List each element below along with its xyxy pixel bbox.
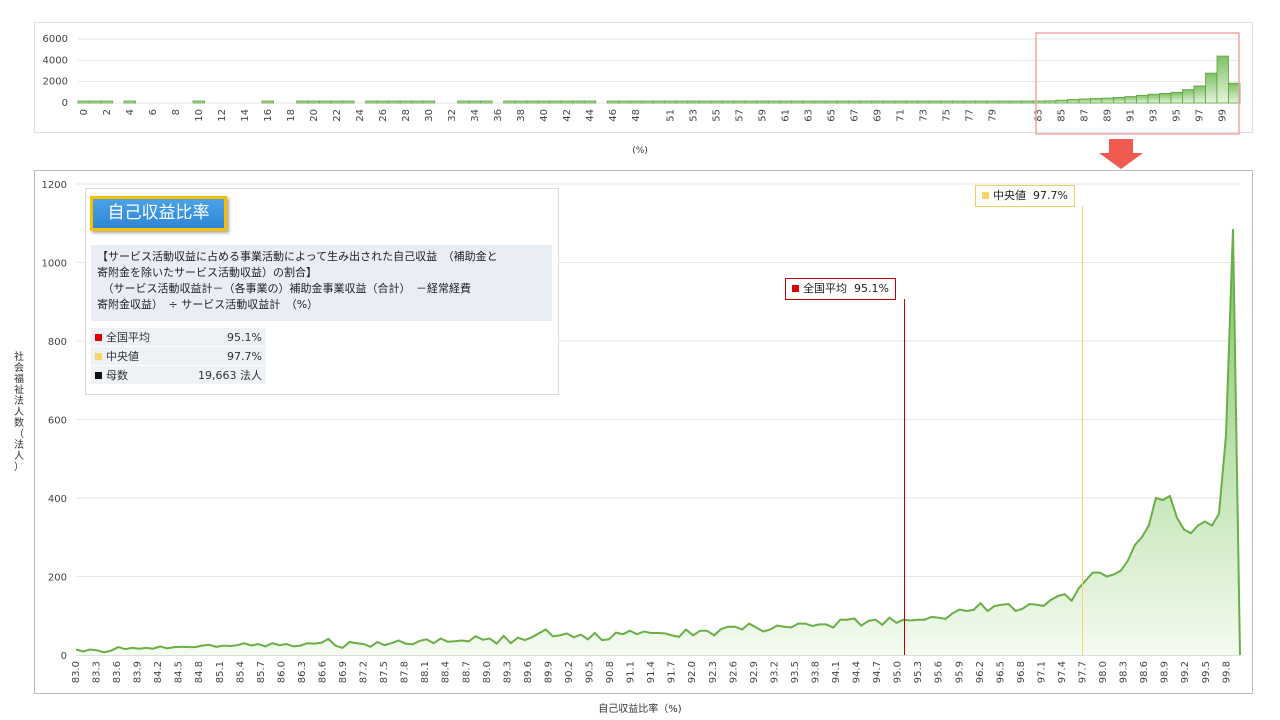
main-x-tick-label: 84.5	[174, 661, 185, 683]
main-x-tick-label: 94.7	[872, 661, 883, 683]
info-panel: 自己収益比率 【サービス活動収益に占める事業活動によって生み出された自己収益 （…	[85, 188, 559, 395]
info-desc-line: 寄附金を除いたサービス活動収益）の割合】	[97, 266, 317, 279]
stats-value: 95.1%	[165, 328, 266, 347]
main-x-tick-label: 99.2	[1180, 661, 1191, 683]
main-y-axis-title: 社会福祉法人数（法人）	[14, 352, 24, 473]
main-x-tick-label: 93.2	[769, 661, 780, 683]
main-x-tick-label: 89.0	[482, 661, 493, 683]
info-desc-line: （サービス活動収益計－（各事業の）補助金事業収益（合計） －経常経費	[97, 282, 471, 295]
main-y-tick-label: 0	[61, 651, 67, 662]
main-x-tick-label: 97.7	[1078, 661, 1089, 683]
main-x-tick-label: 90.5	[585, 661, 596, 683]
main-x-tick-label: 88.4	[441, 661, 452, 683]
main-x-tick-label: 84.2	[153, 661, 164, 683]
main-x-tick-label: 91.7	[667, 661, 678, 683]
info-description: 【サービス活動収益に占める事業活動によって生み出された自己収益 （補助金と 寄附…	[91, 245, 552, 321]
main-x-tick-label: 98.9	[1160, 661, 1171, 683]
mean-color-swatch	[792, 285, 799, 292]
main-y-tick-label: 1200	[42, 180, 67, 191]
main-x-tick-label: 89.6	[523, 661, 534, 683]
main-x-tick-label: 84.8	[194, 661, 205, 683]
main-x-tick-label: 95.9	[954, 661, 965, 683]
main-x-tick-label: 95.3	[913, 661, 924, 683]
main-y-tick-label: 600	[48, 416, 67, 427]
median-swatch	[95, 353, 102, 360]
main-x-tick-label: 92.0	[687, 661, 698, 683]
main-x-tick-label: 94.1	[831, 661, 842, 683]
main-x-tick-label: 96.8	[1016, 661, 1027, 683]
stats-row-mean: 全国平均 95.1%	[91, 328, 266, 347]
info-desc-line: 【サービス活動収益に占める事業活動によって生み出された自己収益 （補助金と	[97, 250, 498, 263]
count-swatch	[95, 372, 102, 379]
main-x-tick-label: 98.3	[1119, 661, 1130, 683]
main-y-tick-label: 200	[48, 573, 67, 584]
main-x-tick-label: 85.7	[256, 661, 267, 683]
main-x-tick-label: 86.3	[297, 661, 308, 683]
main-x-tick-label: 83.6	[112, 661, 123, 683]
main-x-tick-label: 87.5	[379, 661, 390, 683]
median-callout: 中央値 97.7%	[975, 185, 1075, 207]
main-x-tick-label: 88.7	[461, 661, 472, 683]
main-x-tick-label: 93.5	[790, 661, 801, 683]
main-x-axis-title: 自己収益比率（%)	[598, 704, 682, 715]
mean-callout: 全国平均 95.1%	[785, 278, 896, 300]
median-color-swatch	[982, 192, 989, 199]
main-x-tick-label: 91.1	[626, 661, 637, 683]
main-y-tick-label: 1000	[42, 259, 67, 270]
stats-label: 中央値	[106, 350, 139, 363]
main-x-tick-label: 87.2	[359, 661, 370, 683]
main-x-tick-label: 97.4	[1057, 661, 1068, 683]
main-x-tick-label: 83.0	[71, 661, 82, 683]
stats-label: 全国平均	[106, 331, 150, 344]
main-y-tick-label: 800	[48, 337, 67, 348]
info-title: 自己収益比率	[90, 196, 227, 231]
main-x-tick-label: 96.2	[975, 661, 986, 683]
main-x-tick-label: 87.8	[400, 661, 411, 683]
main-x-tick-label: 96.5	[995, 661, 1006, 683]
main-x-tick-label: 88.1	[420, 661, 431, 683]
main-x-tick-label: 86.6	[317, 661, 328, 683]
main-x-tick-label: 85.4	[235, 661, 246, 683]
main-x-tick-label: 92.9	[749, 661, 760, 683]
main-x-tick-label: 95.6	[934, 661, 945, 683]
main-x-tick-label: 89.3	[502, 661, 513, 683]
main-x-tick-label: 93.8	[810, 661, 821, 683]
stats-table: 全国平均 95.1% 中央値 97.7% 母数 19,663 法人	[91, 328, 266, 385]
mean-callout-value: 95.1%	[854, 282, 889, 295]
stats-row-count: 母数 19,663 法人	[91, 365, 266, 385]
main-x-tick-label: 90.2	[564, 661, 575, 683]
main-x-tick-label: 98.6	[1139, 661, 1150, 683]
main-x-tick-label: 90.8	[605, 661, 616, 683]
main-x-tick-label: 98.0	[1098, 661, 1109, 683]
main-x-tick-label: 85.1	[215, 661, 226, 683]
stats-row-median: 中央値 97.7%	[91, 346, 266, 366]
main-x-tick-label: 99.8	[1221, 661, 1232, 683]
mean-swatch	[95, 334, 102, 341]
main-x-tick-label: 92.3	[708, 661, 719, 683]
stats-label: 母数	[106, 369, 128, 382]
main-x-tick-label: 86.9	[338, 661, 349, 683]
main-x-tick-label: 91.4	[646, 661, 657, 683]
main-x-tick-label: 94.4	[852, 661, 863, 683]
info-desc-line: 寄附金収益） ÷ サービス活動収益計 （%）	[97, 298, 319, 311]
median-callout-label: 中央値	[993, 189, 1026, 202]
main-x-tick-label: 86.0	[276, 661, 287, 683]
mean-callout-label: 全国平均	[803, 282, 847, 295]
main-y-tick-label: 400	[48, 494, 67, 505]
main-x-tick-label: 97.1	[1036, 661, 1047, 683]
stats-value: 97.7%	[165, 346, 266, 366]
main-x-tick-label: 83.9	[133, 661, 144, 683]
main-x-tick-label: 95.0	[893, 661, 904, 683]
main-x-tick-label: 83.3	[92, 661, 103, 683]
main-x-tick-label: 89.9	[543, 661, 554, 683]
stats-value: 19,663 法人	[165, 365, 266, 385]
median-callout-value: 97.7%	[1033, 189, 1068, 202]
main-x-tick-label: 99.5	[1201, 661, 1212, 683]
main-x-tick-label: 92.6	[728, 661, 739, 683]
